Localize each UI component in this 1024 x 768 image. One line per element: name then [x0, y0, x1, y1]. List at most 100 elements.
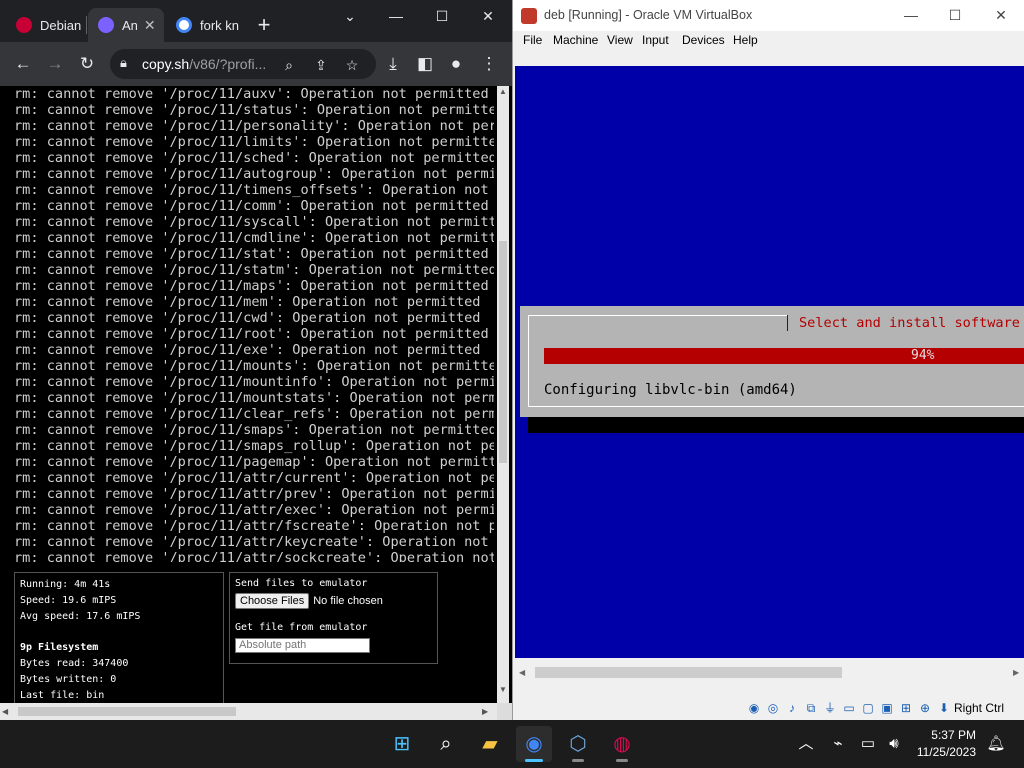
windows-start-icon[interactable]: ⊞ — [384, 726, 420, 762]
page-vertical-scrollbar[interactable]: ▲ ▼ — [497, 86, 509, 706]
scrollbar-thumb[interactable] — [18, 707, 236, 716]
terminal-line: rm: cannot remove '/proc/11/attr/fscreat… — [14, 518, 494, 534]
host-key-arrow-icon[interactable]: ⬇ — [936, 700, 952, 716]
side-panel-icon[interactable]: ◧ — [413, 52, 437, 76]
optical-drive-icon[interactable]: ◎ — [765, 700, 781, 716]
url-text: copy.sh/v86/?profi... — [142, 56, 272, 72]
terminal-line: rm: cannot remove '/proc/11/status': Ope… — [14, 102, 494, 118]
terminal-line: rm: cannot remove '/proc/11/cwd': Operat… — [14, 310, 481, 326]
menu-devices[interactable]: Devices — [682, 33, 725, 47]
scrollbar-thumb[interactable] — [535, 667, 842, 678]
back-icon[interactable]: ← — [11, 52, 35, 76]
chrome-taskbar-icon[interactable]: ◉ — [516, 726, 552, 762]
menu-machine[interactable]: Machine — [553, 33, 598, 47]
close-window-button[interactable]: ✕ — [984, 4, 1018, 26]
audio-icon[interactable]: ♪ — [784, 700, 800, 716]
vm-display[interactable]: Select and install software 94% Configur… — [515, 66, 1024, 658]
terminal-line: rm: cannot remove '/proc/11/statm': Oper… — [14, 262, 494, 278]
host-key-label: Right Ctrl — [954, 701, 1005, 715]
address-bar[interactable]: 🔒︎ copy.sh/v86/?profi... ⌕ ⇪ ☆ — [110, 49, 376, 79]
tab-separator — [86, 16, 87, 34]
debian-taskbar-icon[interactable]: ◍ — [604, 726, 640, 762]
installer-dialog: Select and install software 94% Configur… — [520, 306, 1024, 417]
volume-icon[interactable]: 🔊︎ — [884, 734, 904, 754]
share-icon[interactable]: ⇪ — [310, 54, 332, 76]
scroll-up-icon[interactable]: ▲ — [497, 86, 509, 98]
terminal-line: rm: cannot remove '/proc/11/limits': Ope… — [14, 134, 494, 150]
vm-display-top-edge — [515, 51, 1024, 66]
download-icon[interactable]: ⤓ — [381, 52, 405, 76]
virtualization-icon[interactable]: ⊞ — [898, 700, 914, 716]
scroll-left-icon[interactable]: ◀ — [2, 703, 8, 720]
running-app-indicator — [572, 759, 584, 762]
shared-folders-icon[interactable]: ▭ — [841, 700, 857, 716]
browser-toolbar: ← → ↻ 🔒︎ copy.sh/v86/?profi... ⌕ ⇪ ☆ ⤓ ◧… — [0, 42, 512, 86]
dialog-title: Select and install software — [787, 315, 1024, 331]
tab-search-dropdown-icon[interactable]: ⌄ — [333, 4, 367, 28]
mouse-integration-icon[interactable]: ⊕ — [917, 700, 933, 716]
tab-label: An — [122, 17, 138, 33]
active-app-indicator — [525, 759, 543, 762]
menu-view[interactable]: View — [607, 33, 633, 47]
choose-files-button[interactable]: Choose Files — [235, 593, 310, 609]
menu-file[interactable]: File — [523, 33, 542, 47]
terminal-output: rm: cannot remove '/proc/11/auxv': Opera… — [14, 86, 494, 562]
terminal-line: rm: cannot remove '/proc/11/attr/sockcre… — [14, 550, 494, 562]
vbox-menubar: File Machine View Input Devices Help — [513, 31, 1024, 51]
vm-horizontal-scrollbar[interactable]: ◀ ▶ — [515, 664, 1024, 681]
profile-avatar-icon[interactable]: ● — [444, 52, 468, 76]
app-favicon-icon — [98, 17, 114, 33]
network-icon[interactable]: ⧉ — [803, 700, 819, 716]
taskbar: ⊞ ⌕ ▰ ◉ ⬡ ◍ ︿ ⌁ ▭ 🔊︎ 5:37 PM 11/25/2023 … — [0, 720, 1024, 768]
usb-icon[interactable]: ⏚ — [822, 700, 838, 716]
reload-icon[interactable]: ↻ — [75, 52, 99, 76]
tab-fork[interactable]: fork kn — [166, 8, 242, 42]
menu-kebab-icon[interactable]: ⋮ — [477, 52, 501, 76]
scroll-down-icon[interactable]: ▼ — [497, 684, 509, 696]
device-icon[interactable]: ▭ — [858, 734, 878, 754]
terminal-line: rm: cannot remove '/proc/11/attr/exec': … — [14, 502, 494, 518]
system-clock[interactable]: 5:37 PM 11/25/2023 — [916, 727, 976, 761]
minimize-button[interactable]: — — [379, 4, 413, 28]
tab-debian[interactable]: Debian — [6, 8, 86, 42]
scroll-left-icon[interactable]: ◀ — [519, 664, 525, 681]
terminal-line: rm: cannot remove '/proc/11/auxv': Opera… — [14, 86, 489, 102]
file-explorer-icon[interactable]: ▰ — [472, 726, 508, 762]
menu-input[interactable]: Input — [642, 33, 669, 47]
dialog-shadow — [528, 417, 1024, 433]
bookmark-star-icon[interactable]: ☆ — [341, 54, 363, 76]
close-tab-icon[interactable]: ✕ — [144, 17, 156, 34]
page-horizontal-scrollbar[interactable]: ◀ ▶ — [0, 703, 497, 720]
display-icon[interactable]: ▢ — [860, 700, 876, 716]
terminal-line: rm: cannot remove '/proc/11/clear_refs':… — [14, 406, 494, 422]
url-host: copy.sh — [142, 56, 190, 72]
scroll-right-icon[interactable]: ▶ — [482, 703, 488, 720]
terminal-line: rm: cannot remove '/proc/11/timens_offse… — [14, 182, 489, 198]
tray-overflow-chevron-icon[interactable]: ︿ — [796, 734, 816, 754]
virtualbox-taskbar-icon[interactable]: ⬡ — [560, 726, 596, 762]
debian-favicon-icon — [16, 17, 32, 33]
notifications-bell-icon[interactable]: 🔔︎ — [986, 734, 1006, 754]
search-icon[interactable]: ⌕ — [428, 726, 464, 762]
close-window-button[interactable]: ✕ — [471, 4, 505, 28]
scrollbar-thumb[interactable] — [499, 241, 507, 463]
file-transfer-panel: Send files to emulator Choose Files No f… — [229, 572, 438, 664]
menu-help[interactable]: Help — [733, 33, 758, 47]
hard-disk-icon[interactable]: ◉ — [746, 700, 762, 716]
recording-icon[interactable]: ▣ — [879, 700, 895, 716]
absolute-path-input[interactable]: Absolute path — [235, 637, 370, 653]
tab-active[interactable]: An ✕ — [88, 8, 164, 42]
minimize-button[interactable]: — — [894, 4, 928, 26]
running-app-indicator — [616, 759, 628, 762]
new-tab-button[interactable]: + — [252, 14, 276, 38]
window-title: deb [Running] - Oracle VM VirtualBox — [544, 8, 753, 22]
scroll-right-icon[interactable]: ▶ — [1013, 664, 1019, 681]
bytes-read-value: Bytes read: 347400 — [20, 658, 129, 669]
zoom-icon[interactable]: ⌕ — [278, 54, 300, 76]
maximize-button[interactable]: ☐ — [938, 4, 972, 26]
maximize-button[interactable]: ☐ — [425, 4, 459, 28]
forward-icon[interactable]: → — [43, 52, 67, 76]
terminal-line: rm: cannot remove '/proc/11/pagemap': Op… — [14, 454, 494, 470]
network-status-icon[interactable]: ⌁ — [828, 734, 848, 754]
lock-icon[interactable]: 🔒︎ — [120, 55, 127, 71]
